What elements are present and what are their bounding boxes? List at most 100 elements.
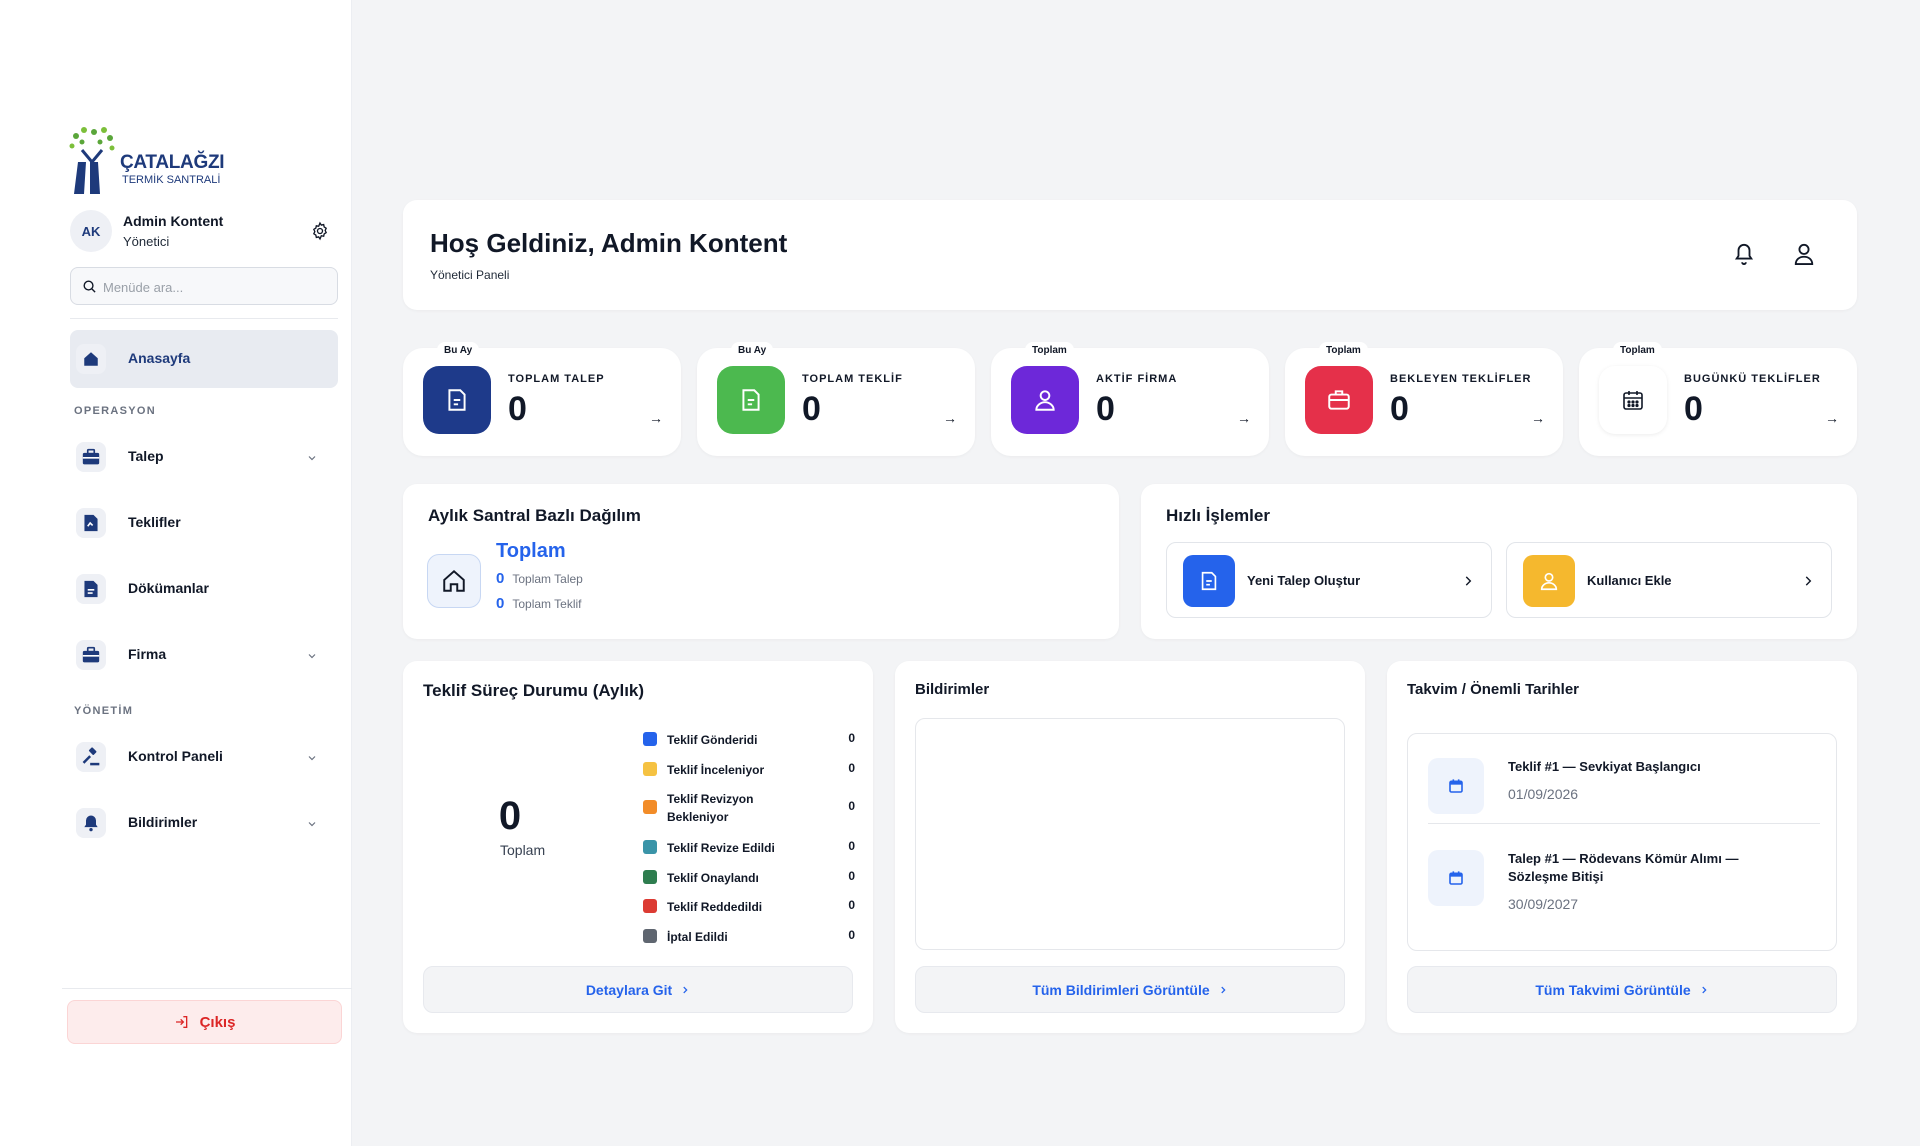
stat-title: TOPLAM TEKLİF (802, 373, 903, 385)
gavel-icon (76, 742, 106, 772)
view-all-notifications-button[interactable]: Tüm Bildirimleri Görüntüle (915, 966, 1345, 1013)
calendar-card: Takvim / Önemli Tarihler Teklif #1 — Sev… (1387, 661, 1857, 1033)
notifications-list (915, 718, 1345, 950)
legend-swatch (643, 870, 657, 884)
sidebar-item-label: Talep (128, 448, 164, 464)
stat-value: 0 (802, 390, 821, 428)
sidebar-item-label: Firma (128, 646, 167, 662)
stat-value: 0 (1390, 390, 1409, 428)
chevron-right-icon (1465, 576, 1472, 586)
stat-badge: Bu Ay (437, 342, 480, 359)
calendar-list: Teklif #1 — Sevkiyat Başlangıcı 01/09/20… (1407, 733, 1837, 951)
view-calendar-button[interactable]: Tüm Takvimi Görüntüle (1407, 966, 1837, 1013)
add-user-button[interactable]: Kullanıcı Ekle (1506, 542, 1832, 618)
arrow-right-icon[interactable]: → (649, 410, 663, 426)
sidebar-item-anasayfa[interactable]: Anasayfa (70, 330, 338, 388)
quick-action-label: Kullanıcı Ekle (1587, 573, 1672, 588)
card-title: Aylık Santral Bazlı Dağılım (428, 506, 641, 525)
stat-card-toplam-talep[interactable]: Bu Ay TOPLAM TALEP 0 → (403, 342, 681, 456)
stat-title: AKTİF FİRMA (1096, 373, 1178, 385)
list-item[interactable]: Talep #1 — Rödevans Kömür Alımı — Sözleş… (1428, 850, 1820, 920)
quick-action-label: Yeni Talep Oluştur (1247, 573, 1361, 588)
legend-swatch (643, 929, 657, 943)
bell-icon[interactable] (1733, 242, 1755, 266)
chevron-right-icon (683, 986, 688, 993)
quick-actions-card: Hızlı İşlemler Yeni Talep Oluştur Kullan… (1141, 484, 1857, 639)
donut-total-value: 0 (498, 794, 522, 838)
new-request-button[interactable]: Yeni Talep Oluştur (1166, 542, 1492, 618)
list-item[interactable]: Teklif #1 — Sevkiyat Başlangıcı 01/09/20… (1428, 758, 1820, 814)
chevron-down-icon[interactable] (306, 752, 318, 764)
logo-brand: ÇATALAĞZI (120, 152, 225, 173)
avatar[interactable]: AK (70, 210, 112, 252)
arrow-right-icon[interactable]: → (1237, 410, 1251, 426)
chevron-down-icon[interactable] (306, 818, 318, 830)
menu-search[interactable] (70, 267, 338, 305)
divider (1428, 823, 1820, 824)
user-icon (1011, 366, 1079, 434)
stat-card-bugunku-teklifler[interactable]: Toplam BUGÜNKÜ TEKLİFLER 0 → (1579, 342, 1857, 456)
stat-value: 0 (508, 390, 527, 428)
page-subtitle: Yönetici Paneli (430, 268, 510, 282)
sidebar-item-label: Bildirimler (128, 814, 198, 830)
chevron-right-icon (1701, 986, 1707, 993)
chevron-down-icon[interactable] (306, 650, 318, 662)
calendar-item-title: Teklif #1 — Sevkiyat Başlangıcı (1508, 759, 1701, 774)
logout-button[interactable]: Çıkış (67, 1000, 342, 1044)
sidebar-item-talep[interactable]: Talep (70, 428, 338, 486)
document-icon (76, 508, 106, 538)
document-icon (423, 366, 491, 434)
legend-swatch (643, 732, 657, 746)
stat-badge: Toplam (1613, 342, 1662, 359)
sidebar-item-firma[interactable]: Firma (70, 626, 338, 684)
distribution-card: Aylık Santral Bazlı Dağılım Toplam 0 Topl… (403, 484, 1119, 639)
stat-card-bekleyen-teklifler[interactable]: Toplam BEKLEYEN TEKLİFLER 0 → (1285, 342, 1563, 456)
distribution-talep-row: 0 Toplam Talep (496, 570, 583, 587)
card-title: Takvim / Önemli Tarihler (1407, 681, 1580, 698)
document-icon (76, 574, 106, 604)
stat-badge: Toplam (1025, 342, 1074, 359)
sidebar-item-dokumanlar[interactable]: Dökümanlar (70, 560, 338, 618)
calendar-icon (1428, 850, 1484, 906)
welcome-header: Hoş Geldiniz, Admin Kontent Yönetici Pan… (403, 200, 1857, 310)
arrow-right-icon[interactable]: → (1825, 410, 1839, 426)
details-button[interactable]: Detaylara Git (423, 966, 853, 1013)
search-input[interactable] (103, 276, 323, 298)
legend-swatch (643, 800, 657, 814)
sidebar-item-bildirimler[interactable]: Bildirimler (70, 794, 338, 852)
sidebar-item-teklifler[interactable]: Teklifler (70, 494, 338, 552)
arrow-right-icon[interactable]: → (943, 410, 957, 426)
briefcase-icon (1305, 366, 1373, 434)
stat-value: 0 (1096, 390, 1115, 428)
home-icon (76, 344, 106, 374)
stat-card-toplam-teklif[interactable]: Bu Ay TOPLAM TEKLİF 0 → (697, 342, 975, 456)
arrow-right-icon[interactable]: → (1531, 410, 1545, 426)
stat-value: 0 (1684, 390, 1703, 428)
stat-card-aktif-firma[interactable]: Toplam AKTİF FİRMA 0 → (991, 342, 1269, 456)
user-icon[interactable] (1793, 242, 1815, 266)
bell-icon (76, 808, 106, 838)
divider (70, 318, 338, 319)
process-status-card: Teklif Süreç Durumu (Aylık) 0 Toplam Tek… (403, 661, 873, 1033)
briefcase-icon (76, 640, 106, 670)
document-icon (1183, 555, 1235, 607)
page-title: Hoş Geldiniz, Admin Kontent (430, 228, 788, 258)
logo[interactable]: ÇATALAĞZI TERMİK SANTRALİ (68, 126, 228, 196)
logo-tree-icon (69, 127, 115, 194)
user-icon (1523, 555, 1575, 607)
logout-icon (175, 1016, 187, 1028)
stat-title: BUGÜNKÜ TEKLİFLER (1684, 373, 1821, 385)
user-profile: AK Admin Kontent Yönetici (70, 210, 338, 254)
chevron-down-icon[interactable] (306, 452, 318, 464)
stat-badge: Bu Ay (731, 342, 774, 359)
logout-label: Çıkış (199, 1013, 236, 1031)
gear-icon[interactable] (310, 221, 330, 241)
sidebar-item-kontrol-paneli[interactable]: Kontrol Paneli (70, 728, 338, 786)
distribution-total-label: Toplam (496, 540, 566, 562)
user-role: Yönetici (123, 234, 170, 249)
search-icon (83, 280, 96, 293)
card-title: Teklif Süreç Durumu (Aylık) (423, 681, 645, 700)
card-title: Hızlı İşlemler (1166, 506, 1270, 525)
section-label-operasyon: OPERASYON (74, 405, 156, 417)
document-icon (717, 366, 785, 434)
